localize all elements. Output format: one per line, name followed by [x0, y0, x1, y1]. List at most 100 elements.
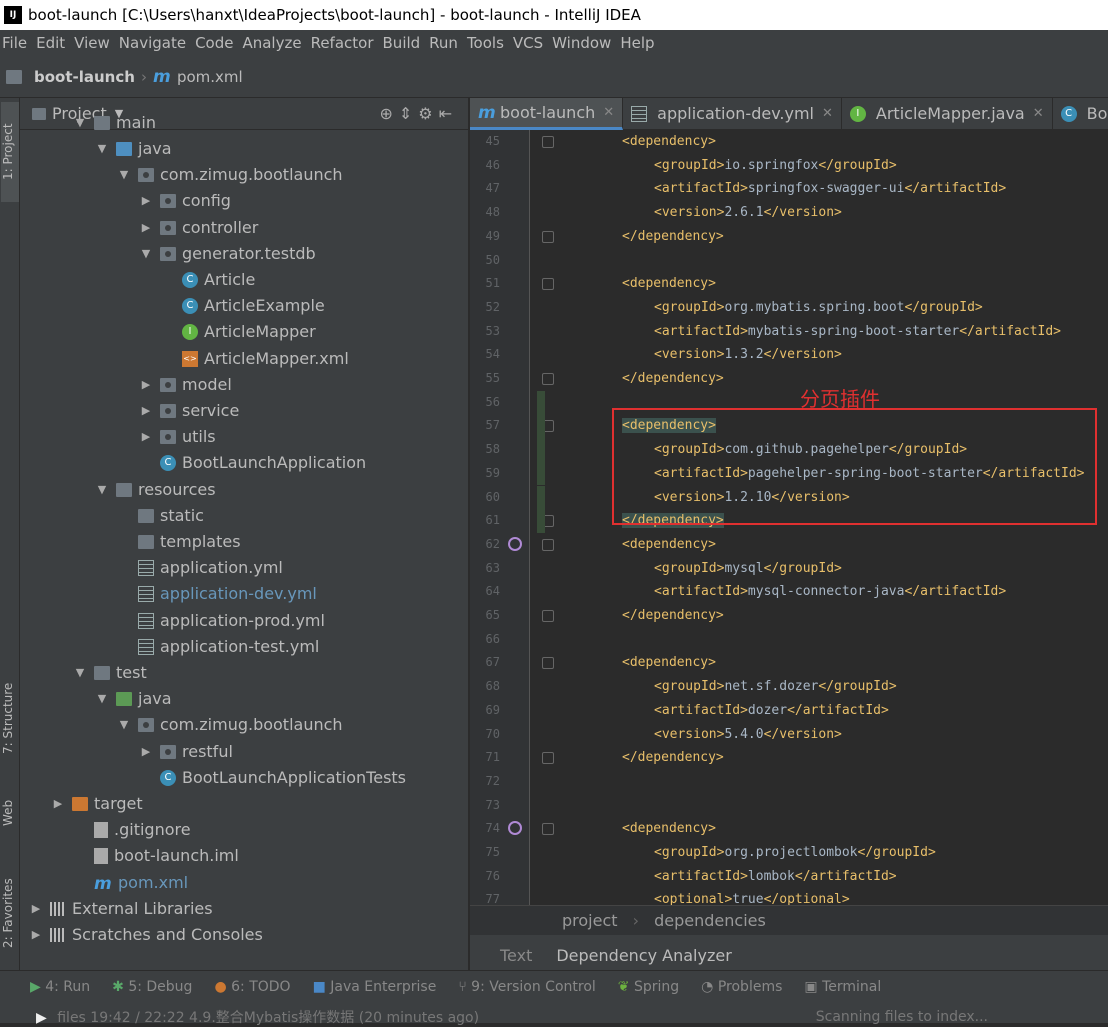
nav-file[interactable]: pom.xml: [177, 56, 243, 98]
chevron-right-icon[interactable]: ▶: [28, 922, 44, 948]
chevron-right-icon[interactable]: ▶: [50, 791, 66, 817]
chevron-right-icon[interactable]: ▶: [28, 896, 44, 922]
chevron-down-icon[interactable]: ▼: [116, 712, 132, 738]
tree-item[interactable]: application-prod.yml: [116, 608, 325, 634]
chevron-down-icon[interactable]: ▼: [94, 686, 110, 712]
tree-item[interactable]: C BootLaunchApplication: [138, 450, 366, 476]
tab-web-vertical[interactable]: Web: [1, 788, 19, 838]
chevron-right-icon[interactable]: ▶: [138, 398, 154, 424]
tree-item[interactable]: C ArticleExample: [160, 293, 325, 319]
tree-item[interactable]: application.yml: [116, 555, 283, 581]
menu-window[interactable]: Window: [550, 30, 618, 56]
close-icon[interactable]: ✕: [1033, 98, 1044, 130]
breadcrumb-dependencies[interactable]: dependencies: [654, 911, 766, 930]
chevron-down-icon[interactable]: ▼: [72, 110, 88, 136]
chevron-down-icon[interactable]: ▼: [116, 162, 132, 188]
menu-analyze[interactable]: Analyze: [240, 30, 308, 56]
menu-edit[interactable]: Edit: [34, 30, 72, 56]
tree-item[interactable]: m pom.xml: [72, 870, 188, 896]
menu-run[interactable]: Run: [427, 30, 465, 56]
chevron-right-icon[interactable]: ▶: [138, 188, 154, 214]
fold-marker-icon[interactable]: [542, 136, 554, 148]
hide-icon[interactable]: ⇤: [439, 104, 458, 123]
tree-item[interactable]: boot-launch.iml: [72, 843, 239, 869]
nav-project[interactable]: boot-launch: [34, 56, 135, 98]
chevron-down-icon[interactable]: ▼: [94, 136, 110, 162]
fold-marker-icon[interactable]: [542, 823, 554, 836]
debug-tool-button[interactable]: ✱ 5: Debug: [112, 979, 192, 995]
fold-marker-icon[interactable]: [542, 752, 554, 765]
gear-icon[interactable]: ⚙: [418, 104, 438, 123]
tree-item[interactable]: C BootLaunchApplicationTests: [138, 765, 406, 791]
tree-item[interactable]: ▶ Scratches and Consoles: [28, 922, 263, 948]
tree-item[interactable]: ▼ resources: [94, 477, 216, 503]
menu-view[interactable]: View: [72, 30, 117, 56]
java-enterprise-tool-button[interactable]: ■ Java Enterprise: [313, 979, 437, 995]
problems-tool-button[interactable]: ◔ Problems: [701, 979, 782, 995]
tree-item[interactable]: ▶ service: [138, 398, 240, 424]
tree-item[interactable]: C Article: [160, 267, 255, 293]
tree-item[interactable]: ▶ External Libraries: [28, 896, 213, 922]
editor-tab[interactable]: I ArticleMapper.java ✕: [842, 98, 1053, 130]
menu-build[interactable]: Build: [381, 30, 428, 56]
menu-help[interactable]: Help: [618, 30, 661, 56]
fold-marker-icon[interactable]: [542, 278, 554, 291]
tree-item[interactable]: ▼ main: [72, 110, 156, 136]
tree-item[interactable]: static: [116, 503, 204, 529]
breadcrumb-project[interactable]: project: [562, 911, 618, 930]
close-icon[interactable]: ✕: [822, 98, 833, 130]
tree-item[interactable]: ▶ model: [138, 372, 232, 398]
chevron-down-icon[interactable]: ▼: [72, 660, 88, 686]
tab-favorites-vertical[interactable]: 2: Favorites: [1, 863, 19, 963]
tree-item[interactable]: ▼ test: [72, 660, 147, 686]
run-tool-button[interactable]: ▶ 4: Run: [30, 979, 90, 995]
menu-file[interactable]: File: [0, 30, 34, 56]
tab-structure-vertical[interactable]: 7: Structure: [1, 668, 19, 768]
editor-tab[interactable]: m boot-launch ✕: [470, 98, 624, 130]
play-icon[interactable]: ▶: [36, 1010, 47, 1026]
version-control-tool-button[interactable]: ⑂ 9: Version Control: [458, 979, 595, 995]
tree-item[interactable]: ▶ utils: [138, 424, 216, 450]
menu-code[interactable]: Code: [193, 30, 240, 56]
menu-navigate[interactable]: Navigate: [117, 30, 193, 56]
locate-icon[interactable]: ⊕: [379, 104, 398, 123]
tree-item[interactable]: ▶ controller: [138, 215, 259, 241]
tab-text[interactable]: Text: [500, 935, 532, 970]
tree-item[interactable]: .gitignore: [72, 817, 191, 843]
tab-dependency-analyzer[interactable]: Dependency Analyzer: [556, 935, 731, 970]
menu-vcs[interactable]: VCS: [511, 30, 550, 56]
editor-tab[interactable]: application-dev.yml ✕: [623, 98, 842, 130]
override-marker-icon[interactable]: [508, 536, 522, 551]
override-marker-icon[interactable]: [508, 821, 522, 836]
chevron-down-icon[interactable]: ▼: [138, 241, 154, 267]
chevron-down-icon[interactable]: ▼: [94, 477, 110, 503]
tree-item[interactable]: ▼ com.zimug.bootlaunch: [116, 162, 343, 188]
tree-item[interactable]: templates: [116, 529, 241, 555]
todo-tool-button[interactable]: ● 6: TODO: [214, 979, 290, 995]
tree-item[interactable]: application-test.yml: [116, 634, 319, 660]
menu-refactor[interactable]: Refactor: [309, 30, 381, 56]
close-icon[interactable]: ✕: [603, 98, 614, 129]
fold-marker-icon[interactable]: [542, 538, 554, 551]
tree-item[interactable]: ▶ config: [138, 188, 231, 214]
tree-item[interactable]: ▼ java: [94, 686, 172, 712]
fold-marker-icon[interactable]: [542, 373, 554, 385]
tree-item[interactable]: ▼ com.zimug.bootlaunch: [116, 712, 343, 738]
tab-project-vertical[interactable]: 1: Project: [1, 102, 19, 202]
terminal-tool-button[interactable]: ▣ Terminal: [804, 979, 881, 995]
tree-item[interactable]: I ArticleMapper: [160, 319, 316, 345]
editor-tab[interactable]: C BootLa: [1053, 98, 1108, 130]
spring-tool-button[interactable]: ❦ Spring: [618, 979, 679, 995]
fold-marker-icon[interactable]: [542, 657, 554, 670]
tree-item[interactable]: ▼ java: [94, 136, 172, 162]
chevron-right-icon[interactable]: ▶: [138, 372, 154, 398]
collapse-icon[interactable]: ⇕: [399, 104, 418, 123]
chevron-right-icon[interactable]: ▶: [138, 215, 154, 241]
menu-tools[interactable]: Tools: [465, 30, 511, 56]
tree-item[interactable]: ▶ target: [50, 791, 143, 817]
chevron-right-icon[interactable]: ▶: [138, 739, 154, 765]
tree-item[interactable]: ▶ restful: [138, 739, 233, 765]
tree-item[interactable]: application-dev.yml: [116, 581, 317, 607]
tree-item[interactable]: ▼ generator.testdb: [138, 241, 316, 267]
tree-item[interactable]: <> ArticleMapper.xml: [160, 346, 349, 372]
